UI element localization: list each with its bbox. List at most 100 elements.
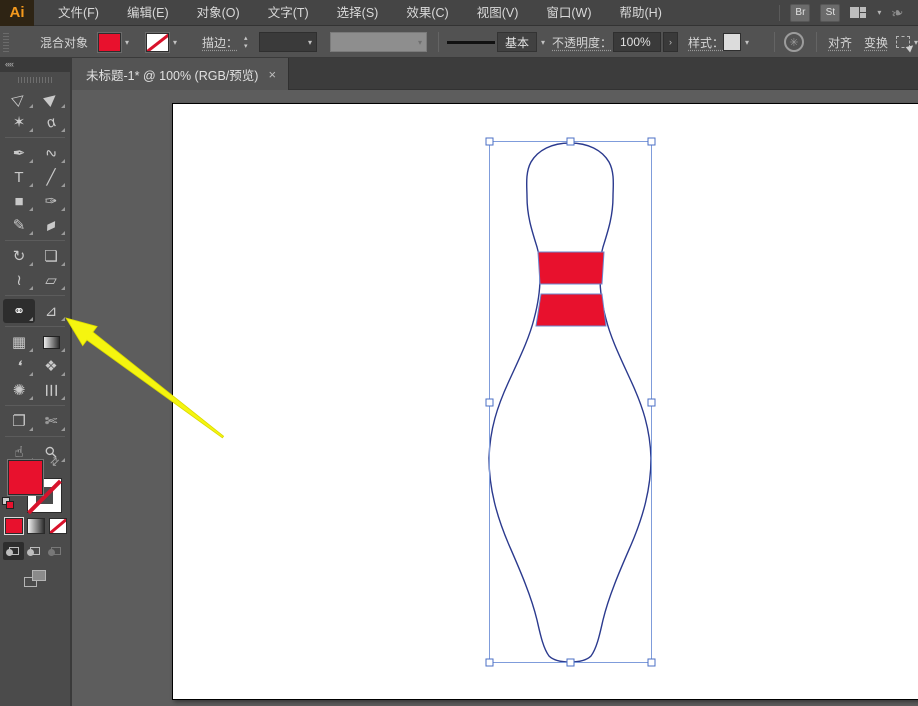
type-tool-icon: T <box>14 168 24 186</box>
menu-item-2[interactable]: 对象(O) <box>183 0 254 26</box>
style-chevron-icon[interactable]: ▾ <box>745 38 749 47</box>
width-tool[interactable]: ≀ <box>3 268 35 292</box>
menu-item-4[interactable]: 选择(S) <box>323 0 393 26</box>
screen-mode-button[interactable] <box>24 570 46 587</box>
menu-item-7[interactable]: 窗口(W) <box>532 0 605 26</box>
menu-item-1[interactable]: 编辑(E) <box>113 0 183 26</box>
artboard-tool[interactable]: ❐ <box>3 409 35 433</box>
stroke-color-swatch[interactable] <box>146 32 169 52</box>
free-transform-tool[interactable]: ▱ <box>35 268 67 292</box>
transform-button[interactable]: 变换 <box>864 26 888 58</box>
toolbar-grip[interactable] <box>18 77 52 83</box>
launch-icon[interactable]: ❧ <box>889 2 907 23</box>
menu-item-3[interactable]: 文字(T) <box>254 0 323 26</box>
tool-group-divider <box>5 405 65 406</box>
draw-inside-button <box>45 542 66 560</box>
recolor-artwork-icon[interactable]: ✳ <box>784 32 804 52</box>
perspective-grid-tool-icon: ⊿ <box>44 302 58 320</box>
paintbrush-tool[interactable]: ✑ <box>35 189 67 213</box>
document-tab[interactable]: 未标题-1* @ 100% (RGB/预览) × <box>72 58 290 90</box>
menu-item-0[interactable]: 文件(F) <box>44 0 113 26</box>
stroke-chevron-icon[interactable]: ▾ <box>173 38 177 47</box>
stroke-weight-combobox[interactable]: ▾ <box>259 32 317 52</box>
panel-grip[interactable] <box>3 32 9 52</box>
stroke-weight-chevron-icon[interactable]: ▾ <box>308 38 312 47</box>
shaper-tool[interactable]: ✎ <box>3 213 35 237</box>
tool-group-divider <box>5 240 65 241</box>
scale-tool[interactable]: ❏ <box>35 244 67 268</box>
menu-item-8[interactable]: 帮助(H) <box>606 0 676 26</box>
fill-chevron-icon[interactable]: ▾ <box>125 38 129 47</box>
menu-item-6[interactable]: 视图(V) <box>463 0 533 26</box>
tool-group-divider <box>5 436 65 437</box>
rectangle-tool[interactable]: ■ <box>3 189 35 213</box>
opacity-flyout-button[interactable]: › <box>663 32 678 52</box>
pen-tool[interactable]: ✒ <box>3 141 35 165</box>
workspace-switcher-icon[interactable] <box>850 6 867 19</box>
bridge-button[interactable]: Br <box>790 3 811 22</box>
draw-behind-button[interactable] <box>24 542 45 560</box>
stroke-weight-stepper[interactable]: ▴ ▾ <box>244 26 248 58</box>
shape-builder-tool-icon: ⚭ <box>12 302 26 320</box>
width-profile-chevron-icon[interactable]: ▾ <box>541 38 545 47</box>
eraser-tool-icon: ▰ <box>42 214 60 236</box>
draw-normal-button[interactable] <box>3 542 24 560</box>
toolbar-collapse-icon[interactable]: «« <box>0 58 70 72</box>
gradient-button[interactable] <box>27 518 45 534</box>
style-panel-link[interactable]: 样式： <box>688 26 724 58</box>
type-tool[interactable]: T <box>3 165 35 189</box>
column-graph-tool-icon: ☰ <box>42 383 60 397</box>
select-similar-chevron-icon[interactable]: ▾ <box>914 38 918 47</box>
artboard[interactable] <box>172 103 918 700</box>
width-tool-icon: ≀ <box>16 271 22 289</box>
slice-tool[interactable]: ✄ <box>35 409 67 433</box>
illustrator-logo: Ai <box>0 0 34 26</box>
fill-indicator[interactable] <box>8 460 43 495</box>
mesh-tool[interactable]: ▦ <box>3 330 35 354</box>
style-swatch[interactable] <box>723 33 741 51</box>
opacity-input[interactable]: 100% <box>613 32 661 52</box>
direct-selection-tool[interactable]: ▶ <box>35 86 67 110</box>
lasso-tool-icon: α <box>44 112 58 132</box>
menubar-right-cluster: Br St ▾ ❧ <box>779 2 918 23</box>
eraser-tool[interactable]: ▰ <box>35 213 67 237</box>
control-divider <box>438 32 439 52</box>
rectangle-tool-icon: ■ <box>14 192 24 210</box>
lasso-tool[interactable]: α <box>35 110 67 134</box>
document-tab-bar: 未标题-1* @ 100% (RGB/预览) × <box>72 58 918 90</box>
none-button[interactable] <box>49 518 67 534</box>
stepper-up-icon[interactable]: ▴ <box>244 35 248 42</box>
curvature-tool[interactable]: ∿ <box>35 141 67 165</box>
stroke-panel-link[interactable]: 描边： <box>202 26 238 58</box>
selection-tool[interactable]: ▷ <box>3 86 35 110</box>
magic-wand-tool[interactable]: ✶ <box>3 110 35 134</box>
column-graph-tool[interactable]: ☰ <box>35 378 67 402</box>
symbol-sprayer-tool[interactable]: ✺ <box>3 378 35 402</box>
menu-item-5[interactable]: 效果(C) <box>392 0 462 26</box>
perspective-grid-tool[interactable]: ⊿ <box>35 299 67 323</box>
tab-close-icon[interactable]: × <box>268 67 276 82</box>
fill-color-swatch[interactable] <box>98 32 121 52</box>
stepper-down-icon[interactable]: ▾ <box>244 43 248 50</box>
variable-width-profile[interactable]: 基本 <box>497 32 538 52</box>
opacity-panel-link[interactable]: 不透明度： <box>552 26 612 58</box>
gradient-tool[interactable] <box>35 330 67 354</box>
pen-tool-icon: ✒ <box>12 144 26 162</box>
blend-tool[interactable]: ❖ <box>35 354 67 378</box>
tool-group-divider <box>5 137 65 138</box>
align-button[interactable]: 对齐 <box>828 26 852 58</box>
canvas-area[interactable] <box>72 90 918 706</box>
shape-builder-tool[interactable]: ⚭ <box>3 299 35 323</box>
select-similar-icon[interactable] <box>896 36 910 48</box>
blend-tool-icon: ❖ <box>44 357 58 375</box>
magic-wand-tool-icon: ✶ <box>12 113 26 131</box>
default-fill-stroke-icon[interactable] <box>2 497 16 511</box>
menubar-divider <box>779 4 781 21</box>
line-segment-tool[interactable]: ╱ <box>35 165 67 189</box>
rotate-tool[interactable]: ↻ <box>3 244 35 268</box>
drawing-mode-buttons <box>3 542 66 560</box>
eyedropper-tool[interactable]: ❛ <box>3 354 35 378</box>
style-button[interactable]: St <box>820 3 841 22</box>
workspace-chevron-icon[interactable]: ▾ <box>877 8 881 17</box>
color-button[interactable] <box>5 518 23 534</box>
